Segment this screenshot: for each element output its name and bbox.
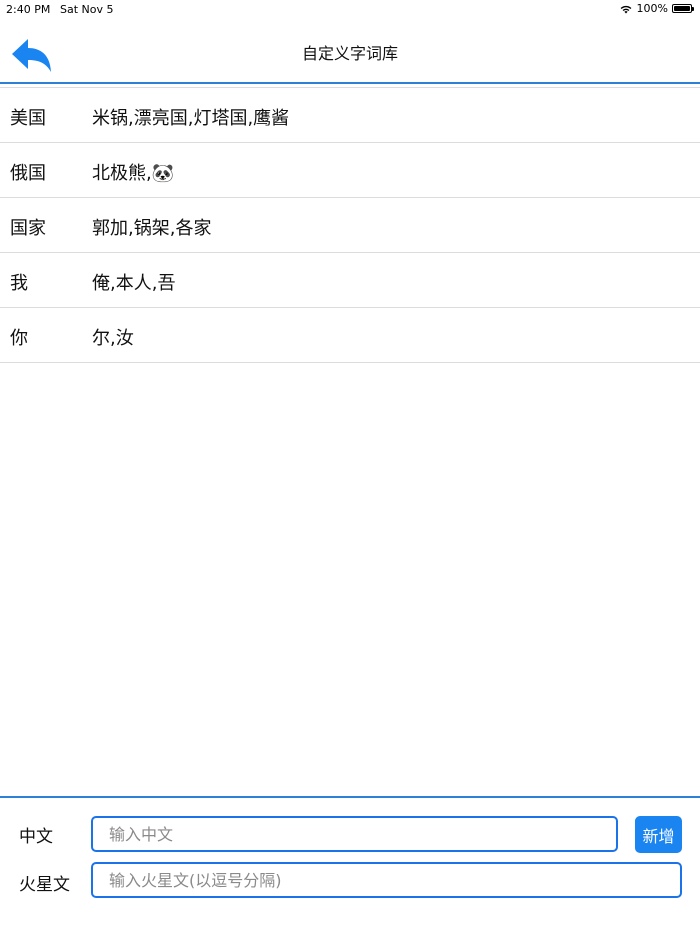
add-entry-form: 中文 新增 火星文 — [0, 796, 700, 934]
item-key: 美国 — [10, 108, 46, 129]
martian-input[interactable] — [91, 862, 682, 898]
list-item[interactable]: 你 尔,汝 — [0, 308, 700, 363]
battery-percent: 100% — [636, 2, 668, 15]
dictionary-list: 美国 米锅,漂亮国,灯塔国,鹰酱 俄国 北极熊,🐼 国家 郭加,锅架,各家 我 … — [0, 87, 700, 363]
list-item[interactable]: 美国 米锅,漂亮国,灯塔国,鹰酱 — [0, 88, 700, 143]
martian-label: 火星文 — [19, 875, 70, 895]
list-item[interactable]: 国家 郭加,锅架,各家 — [0, 198, 700, 253]
status-time: 2:40 PM — [6, 3, 51, 16]
nav-bar: 自定义字词库 — [0, 20, 700, 84]
item-key: 俄国 — [10, 163, 46, 184]
battery-icon — [672, 4, 694, 13]
item-value: 米锅,漂亮国,灯塔国,鹰酱 — [92, 108, 290, 129]
add-button[interactable]: 新增 — [635, 816, 682, 853]
item-value: 尔,汝 — [92, 328, 134, 349]
list-item[interactable]: 俄国 北极熊,🐼 — [0, 143, 700, 198]
item-value: 郭加,锅架,各家 — [92, 218, 212, 239]
chinese-label: 中文 — [19, 827, 53, 847]
chinese-input[interactable] — [91, 816, 618, 852]
status-date: Sat Nov 5 — [60, 3, 114, 16]
status-right: 100% — [619, 2, 694, 15]
item-key: 你 — [10, 328, 28, 349]
wifi-icon — [620, 5, 631, 13]
item-value: 北极熊,🐼 — [92, 163, 175, 184]
status-bar: 2:40 PM Sat Nov 5 100% — [0, 0, 700, 20]
item-key: 我 — [10, 273, 28, 294]
item-value: 俺,本人,吾 — [92, 273, 176, 294]
screen: 2:40 PM Sat Nov 5 100% 自定义字词库 美国 米锅,漂亮国,… — [0, 0, 700, 934]
item-key: 国家 — [10, 218, 46, 239]
list-item[interactable]: 我 俺,本人,吾 — [0, 253, 700, 308]
page-title: 自定义字词库 — [301, 44, 398, 63]
